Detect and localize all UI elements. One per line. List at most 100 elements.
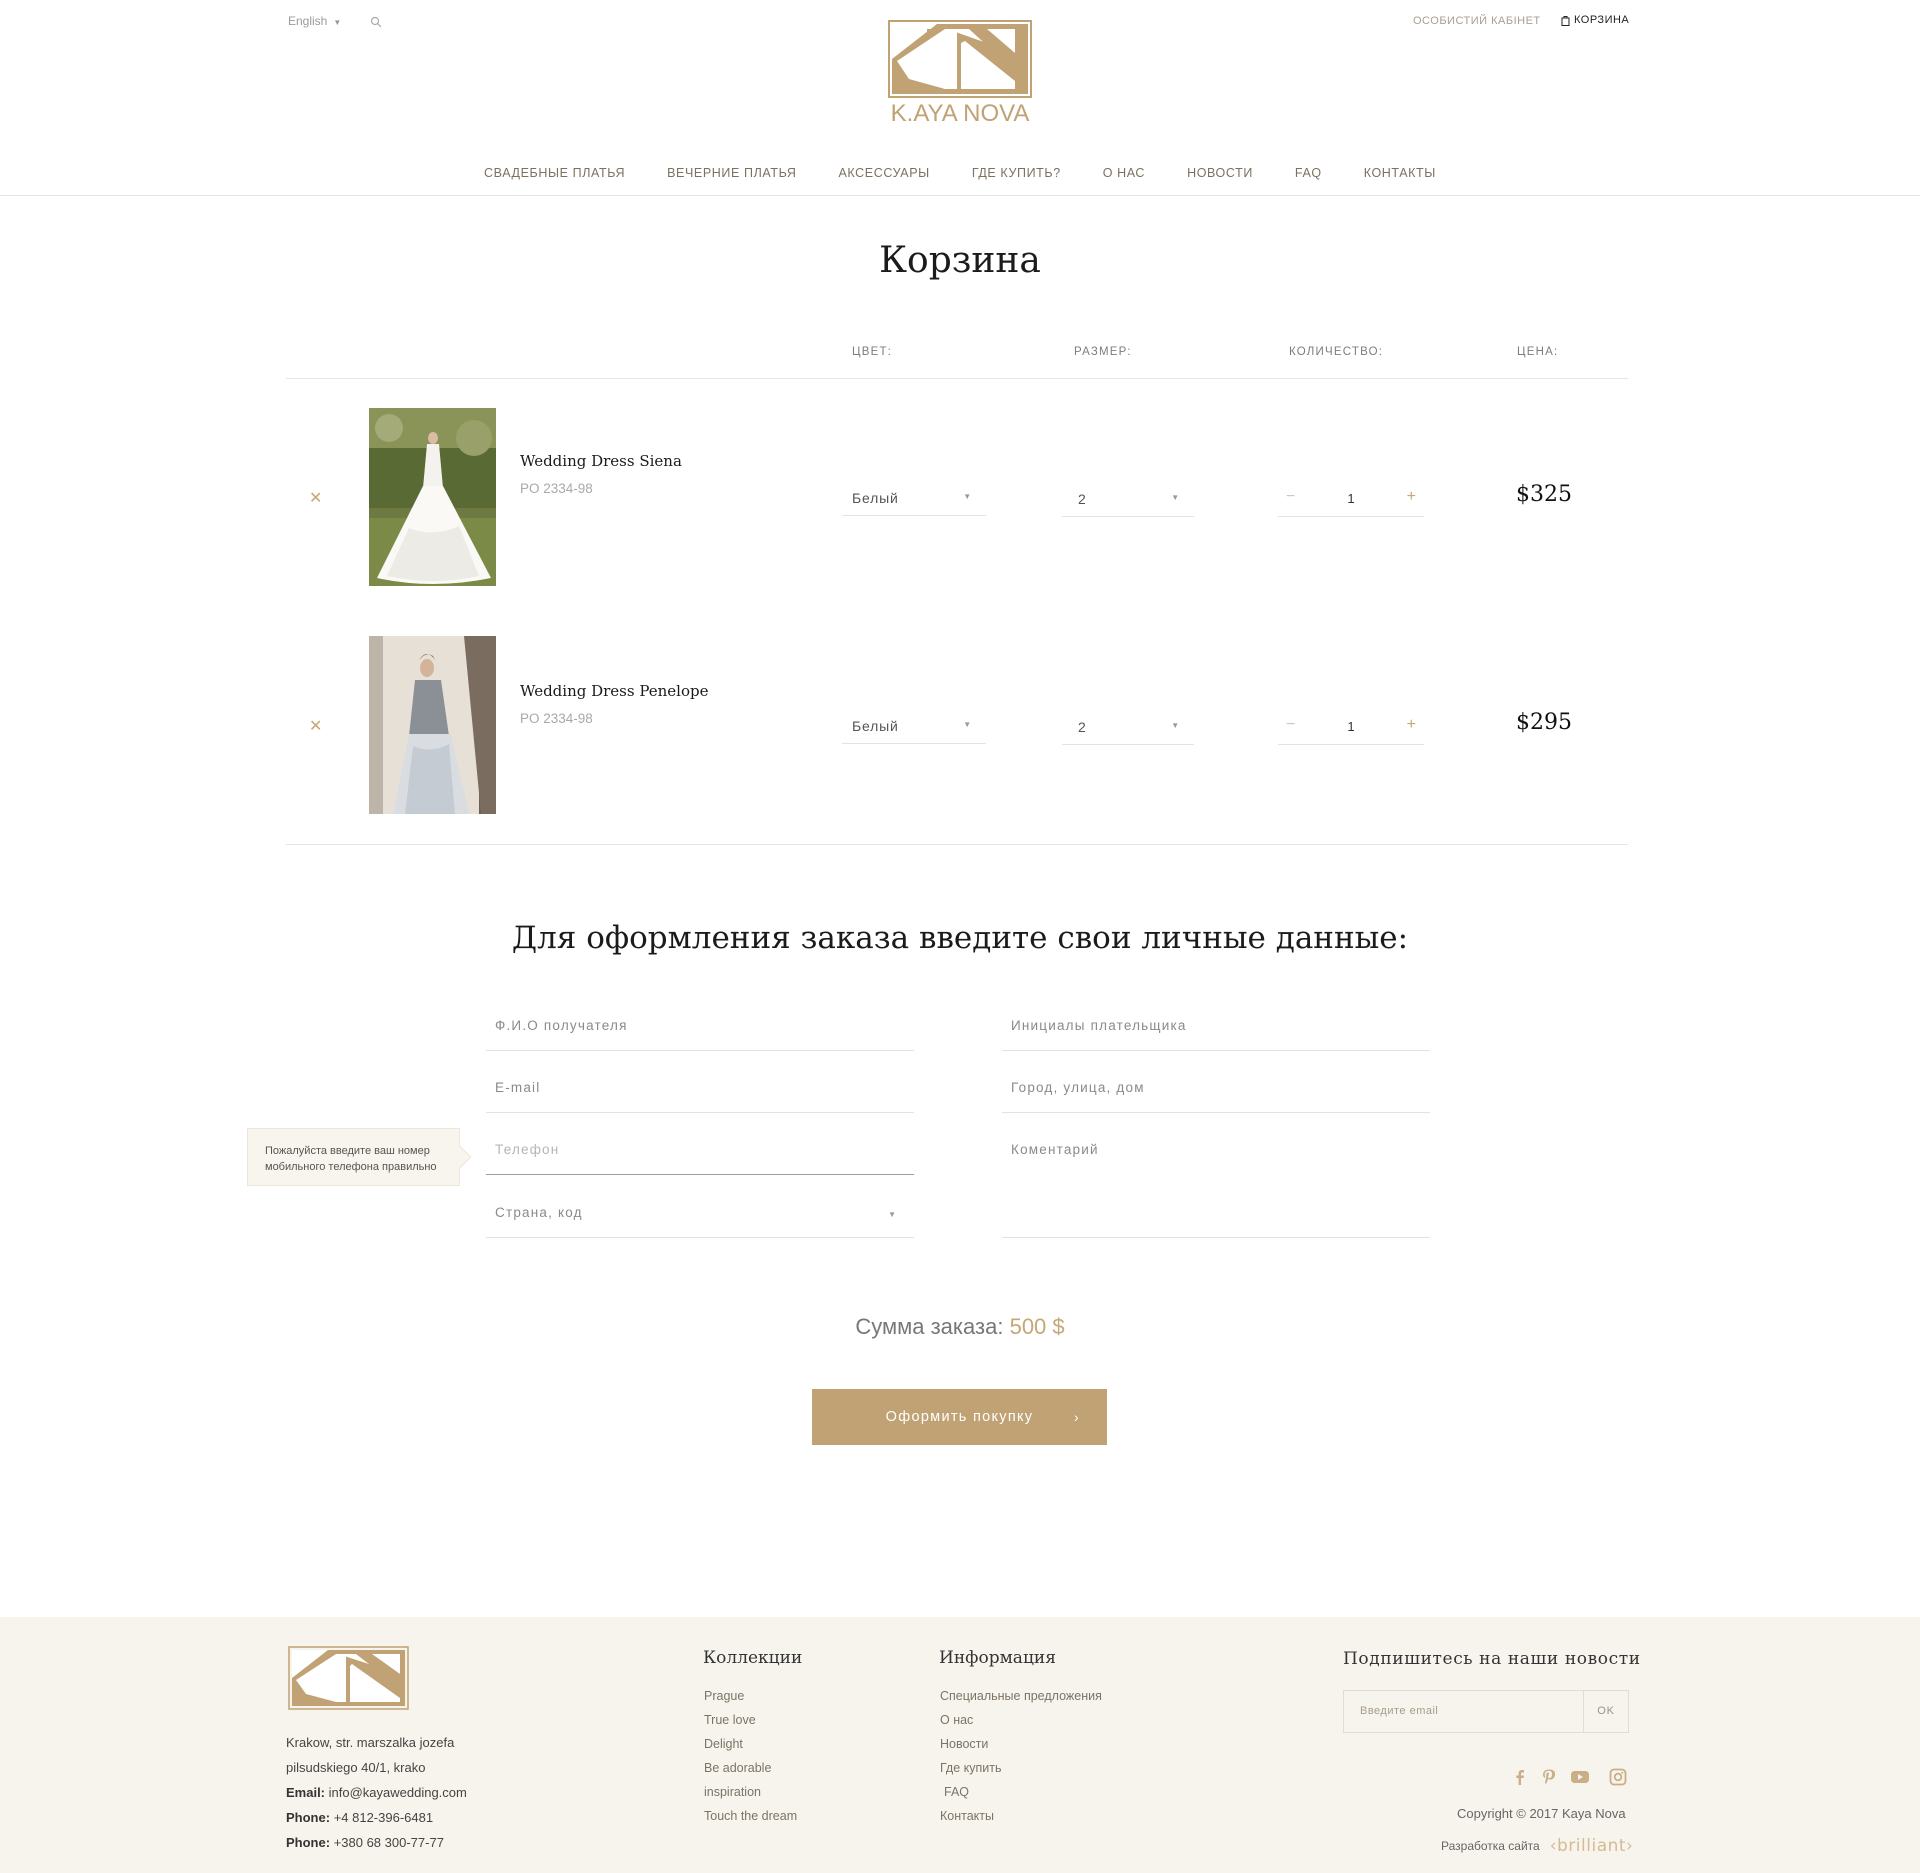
info-link[interactable]: Специальные предложения — [940, 1684, 1102, 1708]
product-name[interactable]: Wedding Dress Penelope — [520, 682, 708, 700]
column-header-color: ЦВЕТ: — [852, 346, 893, 358]
collections-heading: Коллекции — [703, 1648, 803, 1668]
nav-where-to-buy[interactable]: ГДЕ КУПИТЬ? — [972, 166, 1061, 180]
payer-initials-placeholder: Инициалы плательщика — [1011, 1018, 1187, 1033]
collection-link[interactable]: inspiration — [704, 1780, 797, 1804]
collection-link[interactable]: Be adorable — [704, 1756, 797, 1780]
address-placeholder: Город, улица, дом — [1011, 1080, 1145, 1095]
recipient-name-field[interactable]: Ф.И.О получателя — [486, 1011, 914, 1051]
email-link[interactable]: info@kayawedding.com — [329, 1785, 467, 1800]
column-header-quantity: КОЛИЧЕСТВО: — [1289, 346, 1384, 358]
size-select[interactable]: 2 ▼ — [1062, 491, 1194, 517]
pinterest-icon[interactable] — [1540, 1768, 1558, 1786]
site-header: English ▼ K.AYA NOVA ОСОБИСТИЙ КАБІНЕТ КО… — [0, 0, 1920, 196]
item-price: $325 — [1516, 482, 1572, 507]
product-sku: PO 2334-98 — [520, 481, 593, 496]
remove-item-icon[interactable]: ✕ — [309, 716, 322, 736]
developer-label: Разработка сайта — [1441, 1839, 1540, 1853]
product-name[interactable]: Wedding Dress Siena — [520, 452, 682, 470]
nav-wedding-dresses[interactable]: СВАДЕБНЫЕ ПЛАТЬЯ — [484, 166, 625, 180]
subscribe-form: Введите email OK — [1343, 1690, 1629, 1733]
nav-evening-dresses[interactable]: ВЕЧЕРНИЕ ПЛАТЬЯ — [667, 166, 796, 180]
collection-link[interactable]: Touch the dream — [704, 1804, 797, 1828]
divider — [286, 378, 1628, 379]
address-line: pilsudskiego 40/1, krako — [286, 1760, 426, 1775]
phone-label: Phone: — [286, 1835, 331, 1850]
chevron-down-icon: ▼ — [888, 1210, 896, 1219]
order-total-value: 500 $ — [1009, 1314, 1065, 1339]
search-icon[interactable] — [370, 16, 382, 28]
footer-phone: Phone: +380 68 300-77-77 — [286, 1830, 467, 1855]
product-sku: PO 2334-98 — [520, 711, 593, 726]
color-select[interactable]: Белый ▼ — [842, 718, 986, 744]
color-select[interactable]: Белый ▼ — [842, 490, 986, 516]
color-select-value: Белый — [852, 718, 899, 734]
youtube-icon[interactable] — [1570, 1768, 1590, 1786]
color-select-value: Белый — [852, 490, 899, 506]
comment-placeholder: Коментарий — [1011, 1142, 1099, 1157]
info-link[interactable]: Где купить — [940, 1756, 1102, 1780]
cart-link[interactable]: КОРЗИНА — [1561, 14, 1629, 26]
tooltip-arrow — [448, 1145, 472, 1169]
chevron-right-icon: › — [1074, 1409, 1080, 1425]
collection-link[interactable]: True love — [704, 1708, 797, 1732]
info-link[interactable]: Новости — [940, 1732, 1102, 1756]
item-price: $295 — [1516, 710, 1572, 735]
chevron-down-icon: ▼ — [1171, 721, 1180, 730]
account-link[interactable]: ОСОБИСТИЙ КАБІНЕТ — [1413, 15, 1541, 27]
brand-logo[interactable]: K.AYA NOVA — [887, 19, 1033, 127]
main-nav: СВАДЕБНЫЕ ПЛАТЬЯ ВЕЧЕРНИЕ ПЛАТЬЯ АКСЕССУ… — [0, 166, 1920, 180]
remove-item-icon[interactable]: ✕ — [309, 488, 322, 508]
instagram-icon[interactable] — [1609, 1768, 1627, 1786]
nav-about[interactable]: О НАС — [1103, 166, 1145, 180]
recipient-name-placeholder: Ф.И.О получателя — [495, 1018, 628, 1033]
email-field[interactable]: E-mail — [486, 1073, 914, 1113]
plus-icon[interactable]: + — [1407, 716, 1416, 734]
address-field[interactable]: Город, улица, дом — [1002, 1073, 1430, 1113]
footer-phone: Phone: +4 812-396-6481 — [286, 1805, 467, 1830]
email-label: Email: — [286, 1785, 326, 1800]
page-title: Корзина — [879, 240, 1041, 281]
info-link[interactable]: О нас — [940, 1708, 1102, 1732]
checkout-button[interactable]: Оформить покупку › — [812, 1389, 1107, 1445]
product-image[interactable] — [369, 408, 496, 586]
collection-link[interactable]: Prague — [704, 1684, 797, 1708]
comment-field[interactable]: Коментарий — [1002, 1135, 1430, 1238]
footer-address: Krakow, str. marszalka jozefa pilsudskie… — [286, 1730, 467, 1855]
nav-news[interactable]: НОВОСТИ — [1187, 166, 1253, 180]
developer-credit: Разработка сайта ‹brilliant› — [1441, 1836, 1633, 1856]
collection-link[interactable]: Delight — [704, 1732, 797, 1756]
facebook-icon[interactable] — [1511, 1768, 1529, 1786]
information-list: Специальные предложения О нас Новости Гд… — [940, 1684, 1102, 1828]
nav-faq[interactable]: FAQ — [1295, 166, 1322, 180]
plus-icon[interactable]: + — [1407, 488, 1416, 506]
info-link[interactable]: FAQ — [940, 1780, 1102, 1804]
phone-field[interactable]: Телефон — [486, 1135, 914, 1175]
subscribe-button[interactable]: OK — [1583, 1691, 1628, 1732]
phone-link[interactable]: +380 68 300-77-77 — [334, 1835, 444, 1850]
payer-initials-field[interactable]: Инициалы плательщика — [1002, 1011, 1430, 1051]
size-select[interactable]: 2 ▼ — [1062, 719, 1194, 745]
info-link[interactable]: Контакты — [940, 1804, 1102, 1828]
developer-logo[interactable]: ‹brilliant› — [1550, 1836, 1634, 1856]
collections-list: Prague True love Delight Be adorable ins… — [704, 1684, 797, 1828]
product-image[interactable] — [369, 636, 496, 814]
divider — [286, 844, 1628, 845]
quantity-stepper: − 1 + — [1278, 488, 1424, 517]
footer-logo[interactable] — [288, 1646, 409, 1710]
subscribe-heading: Подпишитесь на наши новости — [1343, 1649, 1641, 1669]
country-code-select[interactable]: Страна, код ▼ — [486, 1198, 914, 1238]
checkout-button-label: Оформить покупку — [885, 1409, 1034, 1425]
quantity-value[interactable]: 1 — [1278, 491, 1424, 506]
phone-placeholder: Телефон — [495, 1142, 560, 1157]
size-select-value: 2 — [1078, 491, 1087, 507]
language-label: English — [288, 14, 328, 28]
nav-contacts[interactable]: КОНТАКТЫ — [1364, 166, 1436, 180]
quantity-value[interactable]: 1 — [1278, 719, 1424, 734]
nav-accessories[interactable]: АКСЕССУАРЫ — [838, 166, 929, 180]
chevron-down-icon: ▼ — [333, 18, 342, 27]
subscribe-email-input[interactable]: Введите email — [1360, 1705, 1438, 1717]
language-selector[interactable]: English ▼ — [288, 14, 341, 28]
order-form-title: Для оформления заказа введите свои личны… — [511, 920, 1409, 956]
phone-link[interactable]: +4 812-396-6481 — [334, 1810, 433, 1825]
